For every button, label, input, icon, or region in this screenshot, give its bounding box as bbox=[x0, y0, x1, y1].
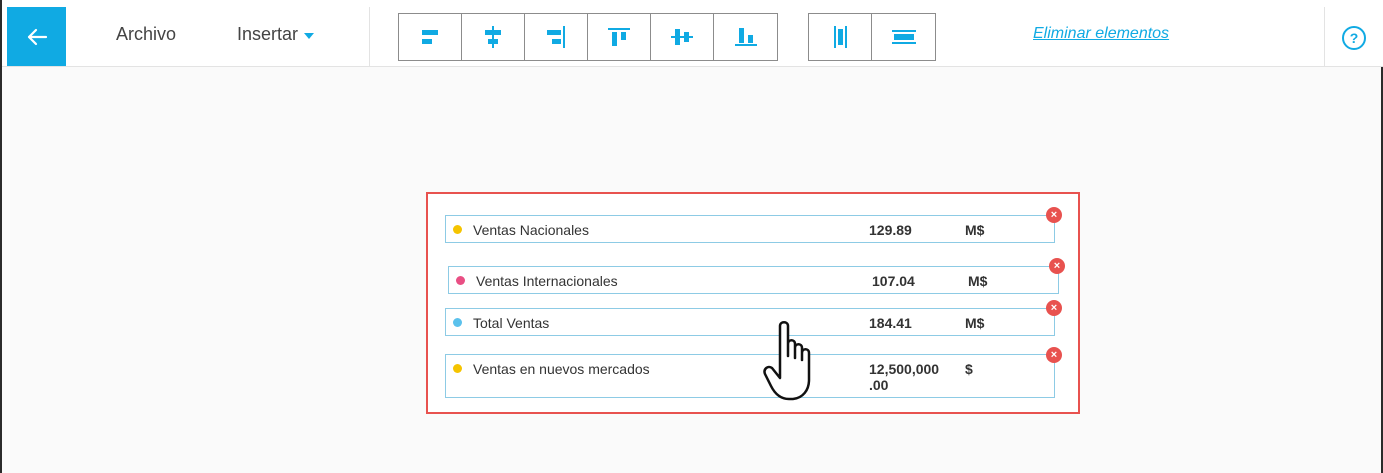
arrow-left-icon bbox=[27, 28, 47, 45]
kpi-value: 107.04 bbox=[872, 273, 915, 289]
remove-kpi-close-icon[interactable]: × bbox=[1046, 207, 1062, 223]
distribute-vertical-icon bbox=[891, 30, 916, 44]
distribute-horizontal-button[interactable] bbox=[809, 14, 872, 60]
kpi-unit: $ bbox=[965, 361, 973, 377]
toolbar-divider bbox=[1324, 7, 1325, 67]
kpi-value: 184.41 bbox=[869, 315, 912, 331]
kpi-value-continuation: .00 bbox=[869, 377, 889, 393]
remove-kpi-close-icon[interactable]: × bbox=[1046, 347, 1062, 363]
align-bottom-button[interactable] bbox=[714, 14, 777, 60]
status-dot-icon bbox=[453, 318, 462, 327]
kpi-unit: M$ bbox=[965, 315, 985, 331]
selection-box[interactable]: Ventas Nacionales 129.89 M$ × Ventas Int… bbox=[426, 192, 1080, 414]
kpi-unit: M$ bbox=[965, 222, 985, 238]
kpi-value: 129.89 bbox=[869, 222, 912, 238]
kpi-label: Total Ventas bbox=[473, 315, 550, 331]
align-tools-group bbox=[398, 13, 778, 61]
menu-insertar[interactable]: Insertar bbox=[237, 24, 315, 45]
status-dot-icon bbox=[456, 276, 465, 285]
distribute-horizontal-icon bbox=[834, 26, 847, 48]
kpi-row[interactable]: Ventas Nacionales 129.89 M$ bbox=[445, 215, 1055, 243]
kpi-label: Ventas Nacionales bbox=[473, 222, 589, 238]
hand-pointer-icon bbox=[763, 321, 811, 401]
align-left-icon bbox=[422, 30, 438, 44]
menu-archivo[interactable]: Archivo bbox=[116, 24, 176, 45]
menu-insertar-label: Insertar bbox=[237, 24, 299, 44]
delete-elements-link[interactable]: Eliminar elementos bbox=[1033, 25, 1169, 43]
align-top-button[interactable] bbox=[588, 14, 651, 60]
align-left-button[interactable] bbox=[399, 14, 462, 60]
align-right-button[interactable] bbox=[525, 14, 588, 60]
align-middle-vertical-button[interactable] bbox=[651, 14, 714, 60]
distribute-vertical-button[interactable] bbox=[872, 14, 935, 60]
kpi-label: Ventas en nuevos mercados bbox=[473, 361, 650, 377]
align-right-icon bbox=[547, 26, 565, 48]
toolbar: Archivo Insertar Eliminar elementos ? bbox=[2, 0, 1383, 67]
toolbar-divider bbox=[369, 7, 370, 67]
align-bottom-icon bbox=[734, 28, 757, 46]
remove-kpi-close-icon[interactable]: × bbox=[1046, 300, 1062, 316]
kpi-row[interactable]: Ventas en nuevos mercados 12,500,000 .00… bbox=[445, 354, 1055, 398]
align-middle-vertical-icon bbox=[671, 29, 693, 45]
app-frame: Archivo Insertar Eliminar elementos ? Ve… bbox=[0, 0, 1383, 473]
status-dot-icon bbox=[453, 225, 462, 234]
kpi-row[interactable]: Total Ventas 184.41 M$ bbox=[445, 308, 1055, 336]
align-top-icon bbox=[608, 28, 630, 46]
status-dot-icon bbox=[453, 364, 462, 373]
align-center-horizontal-button[interactable] bbox=[462, 14, 525, 60]
help-icon[interactable]: ? bbox=[1342, 26, 1366, 50]
kpi-row[interactable]: Ventas Internacionales 107.04 M$ bbox=[448, 266, 1059, 294]
remove-kpi-close-icon[interactable]: × bbox=[1049, 258, 1065, 274]
back-button[interactable] bbox=[7, 7, 66, 66]
kpi-label: Ventas Internacionales bbox=[476, 273, 618, 289]
align-center-horizontal-icon bbox=[485, 26, 501, 48]
kpi-value: 12,500,000 bbox=[869, 361, 940, 377]
chevron-down-icon bbox=[304, 33, 315, 39]
kpi-unit: M$ bbox=[968, 273, 988, 289]
distribute-tools-group bbox=[808, 13, 936, 61]
